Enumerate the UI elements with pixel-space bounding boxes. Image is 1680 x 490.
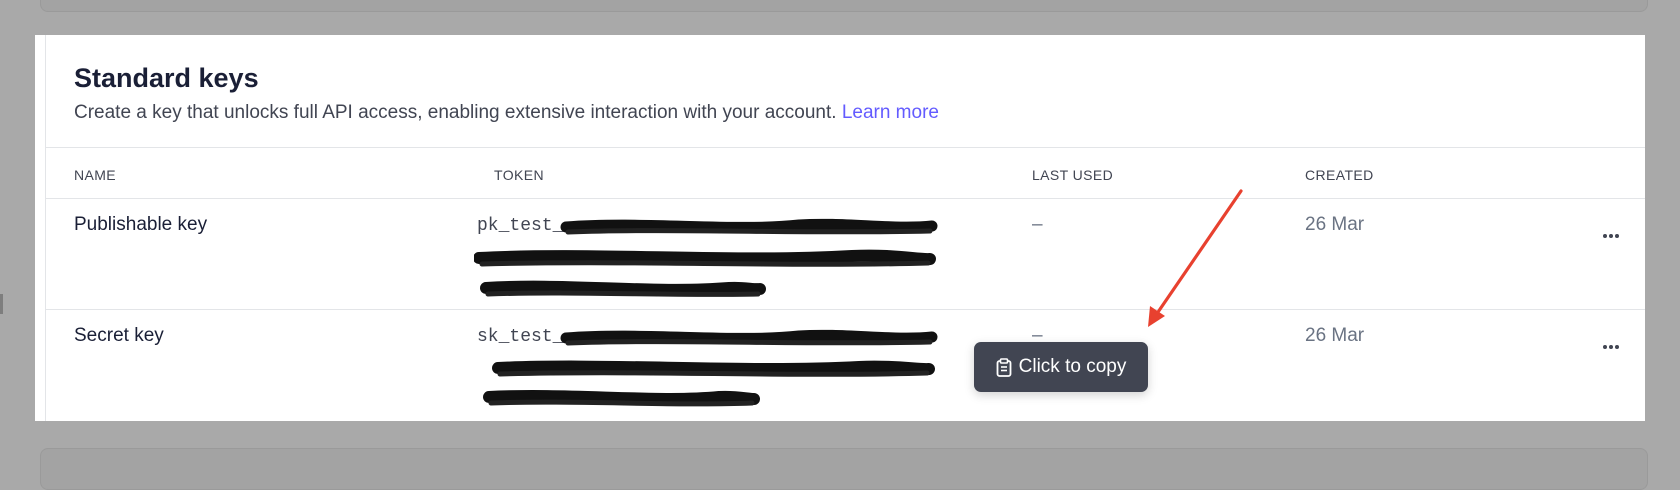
more-options-button[interactable] [1597,336,1625,358]
background-card-bottom [40,448,1648,490]
edge-marker [0,294,3,314]
clipboard-icon [996,357,1012,377]
key-name: Publishable key [74,214,208,235]
dot-icon [1609,234,1613,238]
column-header-last-used: LAST USED [1032,167,1114,183]
section-description: Create a key that unlocks full API acces… [74,102,939,124]
dot-icon [1615,345,1619,349]
token-cell[interactable]: sk_test_ [474,327,974,417]
header-bottom-divider [45,198,1645,199]
background-card-top [40,0,1648,12]
redaction-scribble [483,329,938,407]
last-used: – [1032,214,1043,235]
dot-icon [1603,345,1607,349]
column-header-created: CREATED [1305,167,1374,183]
redaction-scribble [474,218,938,297]
dot-icon [1609,345,1613,349]
key-name: Secret key [74,325,164,346]
created-date: 26 Mar [1305,214,1365,235]
more-options-button[interactable] [1597,225,1625,247]
learn-more-link[interactable]: Learn more [842,102,939,123]
row-divider [45,309,1645,310]
header-top-divider [45,147,1645,148]
standard-keys-panel: Standard keys Create a key that unlocks … [35,35,1645,421]
tooltip-label: Click to copy [1018,356,1127,377]
token-cell[interactable]: pk_test_ [474,216,974,306]
section-title: Standard keys [74,63,259,93]
description-text: Create a key that unlocks full API acces… [74,102,837,123]
dot-icon [1603,234,1607,238]
column-header-token: TOKEN [494,167,544,183]
created-date: 26 Mar [1305,325,1365,346]
copy-tooltip[interactable]: Click to copy [974,342,1148,392]
column-header-name: NAME [74,167,117,183]
dot-icon [1615,234,1619,238]
